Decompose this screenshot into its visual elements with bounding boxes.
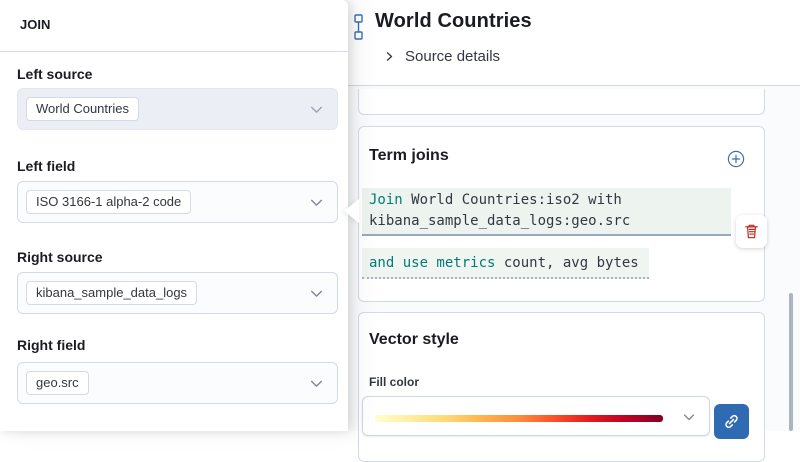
right-field-label: Right field [17,337,85,353]
right-field-combobox[interactable]: geo.src [17,362,338,404]
metrics-keyword: and use metrics [369,255,495,271]
join-expression-text: World Countries:iso2 with kibana_sample_… [369,192,630,229]
join-flyout-title: JOIN [20,17,50,32]
left-field-label: Left field [17,158,75,174]
join-expression-group: Join World Countries:iso2 with kibana_sa… [362,188,731,279]
sync-style-button[interactable] [714,404,749,439]
fill-color-label: Fill color [369,375,419,389]
term-joins-panel: Term joins Join World Countries:iso2 wit… [358,126,765,302]
vector-style-panel: Vector style Fill color [358,312,765,462]
delete-join-button[interactable] [736,215,767,248]
layer-title: World Countries [375,10,532,33]
plus-in-circle-icon [727,150,745,168]
join-flyout: JOIN Left source World Countries Left fi… [0,0,348,431]
flyout-divider [0,51,348,52]
trash-icon [743,223,760,240]
vector-link-icon [351,13,365,41]
left-source-label: Left source [17,66,92,82]
join-keyword: Join [369,192,403,208]
right-source-label: Right source [17,249,103,265]
source-details-accordion[interactable]: Source details [383,45,500,67]
metrics-expression[interactable]: and use metrics count, avg bytes [362,248,649,279]
fill-color-select[interactable] [362,396,710,436]
fill-color-ramp [375,415,663,422]
chevron-down-icon [308,101,325,118]
header-divider [340,85,800,86]
chevron-down-icon [681,409,697,425]
link-icon [723,413,740,430]
chevron-right-icon [383,50,396,63]
scrolled-panel-bottom [358,89,765,115]
right-source-pill: kibana_sample_data_logs [26,281,197,305]
chevron-down-icon [308,194,325,211]
right-field-pill: geo.src [26,371,89,395]
right-source-combobox[interactable]: kibana_sample_data_logs [17,272,338,314]
left-source-combobox[interactable]: World Countries [17,88,338,130]
left-field-pill: ISO 3166-1 alpha-2 code [26,190,191,214]
vector-style-heading: Vector style [369,331,459,349]
chevron-down-icon [308,375,325,392]
popover-arrow [344,199,359,223]
vertical-scrollbar[interactable] [789,293,793,431]
source-details-label: Source details [405,48,500,65]
term-joins-heading: Term joins [369,147,449,165]
chevron-down-icon [308,285,325,302]
join-expression[interactable]: Join World Countries:iso2 with kibana_sa… [362,188,731,236]
metrics-expression-text: count, avg bytes [495,255,638,271]
left-field-combobox[interactable]: ISO 3166-1 alpha-2 code [17,181,338,223]
add-join-button[interactable] [727,150,745,168]
left-source-pill: World Countries [26,97,139,121]
